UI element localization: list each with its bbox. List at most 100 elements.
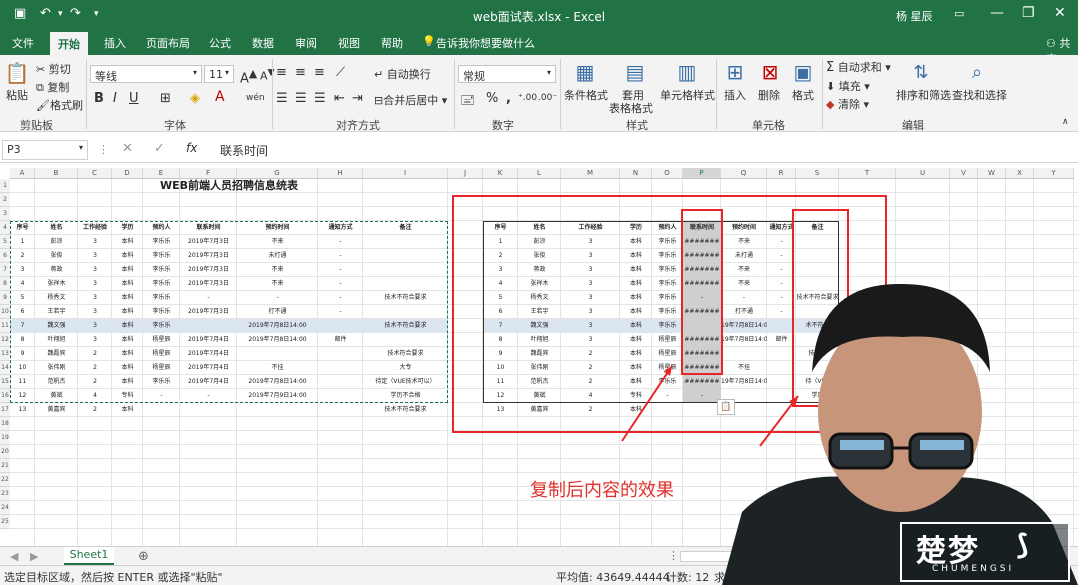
format-cells-icon[interactable]: ▣ (790, 59, 816, 85)
sigma-icon: Σ (826, 60, 835, 75)
decrease-indent-icon[interactable]: ⇤ (334, 91, 345, 106)
align-bottom-icon[interactable]: ≡ (314, 65, 325, 80)
insert-function-icon[interactable]: fx (186, 141, 197, 155)
autosum-button[interactable]: Σ 自动求和 ▾ (826, 59, 891, 75)
scissors-icon: ✂ (36, 63, 46, 76)
increase-indent-icon[interactable]: ⇥ (352, 91, 363, 106)
status-message: 选定目标区域，然后按 ENTER 或选择"粘贴" (4, 571, 223, 584)
align-middle-icon[interactable]: ≡ (295, 65, 306, 80)
alignment-group-label: 对齐方式 (336, 119, 380, 132)
copy-button[interactable]: ⧉ 复制 (36, 79, 69, 95)
currency-icon[interactable]: 🖃 (460, 91, 475, 113)
number-format-select[interactable]: 常规 ▾ (458, 65, 556, 83)
tab-file[interactable]: 文件 (12, 35, 34, 51)
conditional-format-icon[interactable]: ▦ (572, 59, 598, 85)
add-sheet-icon[interactable]: ⊕ (138, 549, 149, 564)
font-color-icon[interactable]: A (215, 89, 225, 105)
more-sheets-icon[interactable]: ⋮ (668, 549, 679, 562)
brush-icon: 🖌 (36, 99, 50, 112)
decrease-decimal-icon[interactable]: .00⁻ (538, 93, 557, 103)
tab-help[interactable]: 帮助 (381, 35, 403, 51)
tab-review[interactable]: 审阅 (295, 35, 317, 51)
paste-button[interactable]: 粘贴 (6, 87, 28, 103)
tab-formulas[interactable]: 公式 (209, 35, 231, 51)
cut-button[interactable]: ✂ 剪切 (36, 61, 71, 77)
minimize-icon[interactable]: — (990, 5, 1004, 21)
annotation-text: 复制后内容的效果 (530, 480, 674, 501)
find-select-button[interactable]: 查找和选择 (952, 87, 1007, 103)
format-painter-button[interactable]: 🖌格式刷 (36, 97, 83, 113)
copy-icon: ⧉ (36, 81, 44, 94)
eraser-icon: ◆ (826, 98, 835, 111)
bold-button[interactable]: B (94, 91, 104, 106)
tab-data[interactable]: 数据 (252, 35, 274, 51)
delete-cells-button[interactable]: 删除 (758, 87, 780, 103)
arrow-to-p-line (621, 365, 673, 442)
orientation-icon[interactable]: ⟋ (336, 65, 345, 80)
sort-filter-icon[interactable]: ⇅ (908, 59, 934, 85)
insert-cells-button[interactable]: 插入 (724, 87, 746, 103)
merge-icon: ⊟ (374, 94, 384, 107)
fill-button[interactable]: ⬇ 填充 ▾ (826, 78, 870, 94)
border-icon[interactable]: ⊞ (160, 91, 171, 106)
close-icon[interactable]: ✕ (1054, 5, 1066, 21)
fill-down-icon: ⬇ (826, 80, 836, 93)
cells-group-label: 单元格 (752, 119, 785, 132)
formula-bar: P3 ▾ ⋮ ✕ ✓ fx 联系时间 (0, 137, 1078, 163)
fill-color-icon[interactable]: ◈ (190, 91, 200, 106)
font-name-select[interactable]: 等线 ▾ (90, 65, 202, 83)
align-right-icon[interactable]: ☰ (314, 91, 326, 106)
align-center-icon[interactable]: ☰ (295, 91, 307, 106)
clear-button[interactable]: ◆ 清除 ▾ (826, 96, 869, 112)
editing-group-label: 编辑 (902, 119, 924, 132)
underline-button[interactable]: U (129, 91, 139, 106)
sheet-tab-sheet1[interactable]: Sheet1 (64, 547, 114, 565)
formula-input[interactable]: 联系时间 (220, 142, 268, 159)
tab-insert[interactable]: 插入 (104, 35, 126, 51)
insert-cells-icon[interactable]: ⊞ (722, 59, 748, 85)
cell-styles-icon[interactable]: ▥ (674, 59, 700, 85)
font-group-label: 字体 (164, 119, 186, 132)
tab-view[interactable]: 视图 (338, 35, 360, 51)
font-size-select[interactable]: 11 ▾ (204, 65, 234, 83)
more-icon: ⋮ (98, 143, 109, 156)
name-box[interactable]: P3 ▾ (2, 140, 88, 160)
italic-button[interactable]: I (113, 91, 117, 106)
format-table-button-line2[interactable]: 表格格式 (609, 100, 653, 116)
increase-decimal-icon[interactable]: ⁺.00 (518, 93, 537, 103)
align-top-icon[interactable]: ≡ (276, 65, 287, 80)
glasses-right-lens (908, 432, 974, 470)
restore-icon[interactable]: ❐ (1022, 5, 1035, 21)
scroll-left-icon[interactable]: ◀ (10, 550, 18, 563)
tab-home[interactable]: 开始 (50, 32, 88, 55)
scroll-right-icon[interactable]: ▶ (30, 550, 38, 563)
cell-styles-button[interactable]: 单元格样式 (660, 87, 715, 103)
align-left-icon[interactable]: ☰ (276, 91, 288, 106)
watermark-logo: 楚梦 ⟆ CHUMENGSI (900, 522, 1070, 582)
grow-font-icon[interactable]: A▲ (240, 67, 257, 86)
confirm-entry-icon[interactable]: ✓ (154, 141, 165, 156)
lightbulb-icon: 💡 (422, 35, 436, 48)
conditional-format-button[interactable]: 条件格式 (564, 87, 608, 103)
delete-cells-icon[interactable]: ⊠ (757, 59, 783, 85)
cancel-entry-icon[interactable]: ✕ (122, 141, 133, 156)
merge-center-button[interactable]: ⊟合并后居中 ▾ (374, 92, 447, 108)
arrow-to-p-head (663, 366, 672, 376)
format-cells-button[interactable]: 格式 (792, 87, 814, 103)
paste-icon[interactable]: 📋 (5, 61, 30, 85)
phonetic-icon[interactable]: wén (246, 93, 265, 103)
status-count: 计数: 12 (666, 571, 710, 584)
collapse-ribbon-icon[interactable]: ∧ (1062, 117, 1069, 127)
tab-page-layout[interactable]: 页面布局 (146, 35, 190, 51)
comma-icon[interactable]: , (506, 91, 511, 106)
title-bar: ▣ ↶ ▾ ↷ ▾ web面试表.xlsx - Excel 杨 星辰 ▭ — ❐… (0, 0, 1078, 30)
percent-icon[interactable]: % (486, 91, 498, 106)
sort-filter-button[interactable]: 排序和筛选 (896, 87, 951, 103)
number-group-label: 数字 (492, 119, 514, 132)
ribbon-options-icon[interactable]: ▭ (954, 7, 964, 20)
format-table-icon[interactable]: ▤ (622, 59, 648, 85)
find-select-icon[interactable]: ⌕ (964, 59, 990, 85)
wrap-text-button[interactable]: ↵ 自动换行 (374, 66, 431, 82)
user-name[interactable]: 杨 星辰 (896, 8, 933, 24)
tell-me-search[interactable]: 告诉我你想要做什么 (436, 35, 535, 51)
